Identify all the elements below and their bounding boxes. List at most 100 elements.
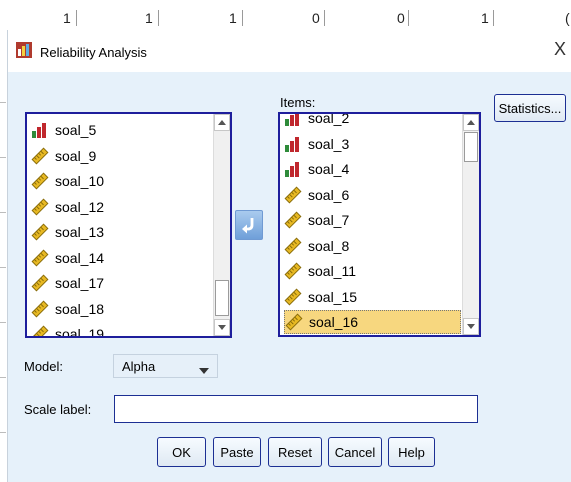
background-cell-value: 1 (63, 10, 71, 26)
scroll-thumb[interactable] (464, 132, 478, 162)
background-cell-value: ( (565, 10, 570, 26)
reset-button[interactable]: Reset (268, 437, 322, 467)
help-button[interactable]: Help (388, 437, 435, 467)
source-list-item[interactable]: soal_18 (31, 297, 211, 321)
move-to-items-button[interactable] (235, 210, 263, 240)
dialog-titlebar: Reliability Analysis X (8, 30, 571, 72)
model-value: Alpha (122, 359, 156, 374)
variable-name: soal_11 (308, 263, 357, 279)
scale-ruler-icon (284, 288, 302, 306)
background-row-edge (0, 30, 7, 482)
scale-ruler-icon (31, 325, 49, 336)
variable-name: soal_14 (55, 249, 105, 266)
source-list-item[interactable]: soal_14 (31, 246, 211, 270)
nominal-bar-icon (31, 121, 49, 139)
background-cell-value: 0 (397, 10, 405, 26)
scroll-down-arrow-icon[interactable] (214, 319, 230, 336)
scale-ruler-icon (284, 211, 302, 229)
scale-ruler-icon (284, 186, 302, 204)
background-row-mark (0, 377, 6, 378)
items-list-item[interactable]: soal_16 (284, 310, 461, 334)
nominal-bar-icon (284, 135, 302, 153)
variable-name: soal_3 (308, 135, 350, 152)
items-list-item[interactable]: soal_3 (284, 132, 461, 156)
items-list-item[interactable]: soal_2 (284, 112, 461, 130)
scroll-up-arrow-icon[interactable] (463, 114, 479, 131)
variable-name: soal_12 (55, 198, 105, 215)
source-list-item[interactable]: soal_13 (31, 220, 211, 244)
statistics-button[interactable]: Statistics... (494, 94, 566, 122)
paste-button[interactable]: Paste (213, 437, 261, 467)
variable-name: soal_5 (55, 122, 97, 138)
close-icon[interactable]: X (554, 39, 566, 60)
variable-name: soal_18 (55, 300, 105, 317)
background-row-mark (0, 432, 6, 433)
background-divider (408, 10, 409, 26)
variable-name: soal_16 (309, 314, 359, 330)
model-dropdown[interactable]: Alpha (113, 354, 218, 378)
source-list-item[interactable]: soal_5 (31, 118, 211, 142)
background-row-mark (0, 212, 6, 213)
background-cell-value: 1 (481, 10, 489, 26)
items-list-item[interactable]: soal_8 (284, 234, 461, 258)
scale-ruler-icon (31, 172, 49, 190)
background-cell-value: 1 (145, 10, 153, 26)
scale-ruler-icon (31, 223, 49, 241)
background-row-mark (0, 267, 6, 268)
items-list-item[interactable]: soal_6 (284, 183, 461, 207)
background-divider (76, 10, 77, 26)
variable-name: soal_17 (55, 275, 105, 291)
variable-name: soal_19 (55, 326, 105, 338)
background-divider (242, 10, 243, 26)
source-list-scrollbar[interactable] (213, 114, 230, 336)
ok-button[interactable]: OK (157, 437, 206, 467)
items-list-item[interactable]: soal_11 (284, 259, 461, 283)
background-row-mark (0, 157, 6, 158)
scale-ruler-icon (31, 198, 49, 216)
scale-ruler-icon (31, 274, 49, 292)
chevron-down-icon (199, 363, 209, 378)
background-data-strip: 1 1 1 0 0 1 ( (0, 0, 571, 30)
source-list-item[interactable]: soal_19 (31, 322, 211, 338)
source-variable-list[interactable]: soal_19 soal_18 soal_17 soal_14 soal_13 soal_… (25, 112, 232, 338)
paste-button-label: Paste (220, 444, 254, 460)
background-row-mark (0, 102, 6, 103)
scale-ruler-icon (284, 237, 302, 255)
variable-name: soal_15 (308, 288, 358, 305)
items-list-item[interactable]: soal_7 (284, 208, 461, 232)
reliability-analysis-icon (16, 42, 32, 58)
source-list-item[interactable]: soal_10 (31, 169, 211, 193)
items-list-item[interactable]: soal_4 (284, 157, 461, 181)
move-arrow-icon (242, 218, 254, 234)
nominal-bar-icon (284, 160, 302, 178)
variable-name: soal_9 (55, 147, 97, 164)
items-list-item[interactable]: soal_15 (284, 285, 461, 309)
scale-ruler-icon (31, 300, 49, 318)
scroll-thumb[interactable] (215, 280, 229, 316)
model-label: Model: (24, 359, 64, 374)
scale-ruler-icon (284, 262, 302, 280)
reliability-analysis-dialog: Reliability Analysis X soal_19 soal_18 soa… (7, 30, 571, 482)
background-divider (493, 10, 494, 26)
items-list-scrollbar[interactable] (462, 114, 479, 335)
variable-name: soal_10 (55, 173, 105, 189)
variable-name: soal_4 (308, 161, 350, 177)
ok-button-label: OK (172, 444, 191, 460)
scroll-down-arrow-icon[interactable] (463, 318, 479, 335)
scale-label-input[interactable] (114, 395, 478, 423)
cancel-button[interactable]: Cancel (328, 437, 382, 467)
source-list-item[interactable]: soal_17 (31, 271, 211, 295)
variable-name: soal_2 (308, 112, 350, 126)
scroll-up-arrow-icon[interactable] (214, 114, 230, 131)
cancel-button-label: Cancel (334, 444, 376, 460)
scale-ruler-icon (31, 249, 49, 267)
dialog-title: Reliability Analysis (40, 45, 147, 60)
background-divider (158, 10, 159, 26)
variable-name: soal_8 (308, 237, 350, 254)
nominal-bar-icon (284, 114, 302, 127)
source-list-item[interactable]: soal_9 (31, 144, 211, 168)
background-row-mark (0, 322, 6, 323)
items-target-list[interactable]: soal_16 soal_15 soal_11 soal_8 soal_7 soal_6 s… (278, 112, 481, 337)
variable-name: soal_13 (55, 224, 105, 240)
source-list-item[interactable]: soal_12 (31, 195, 211, 219)
